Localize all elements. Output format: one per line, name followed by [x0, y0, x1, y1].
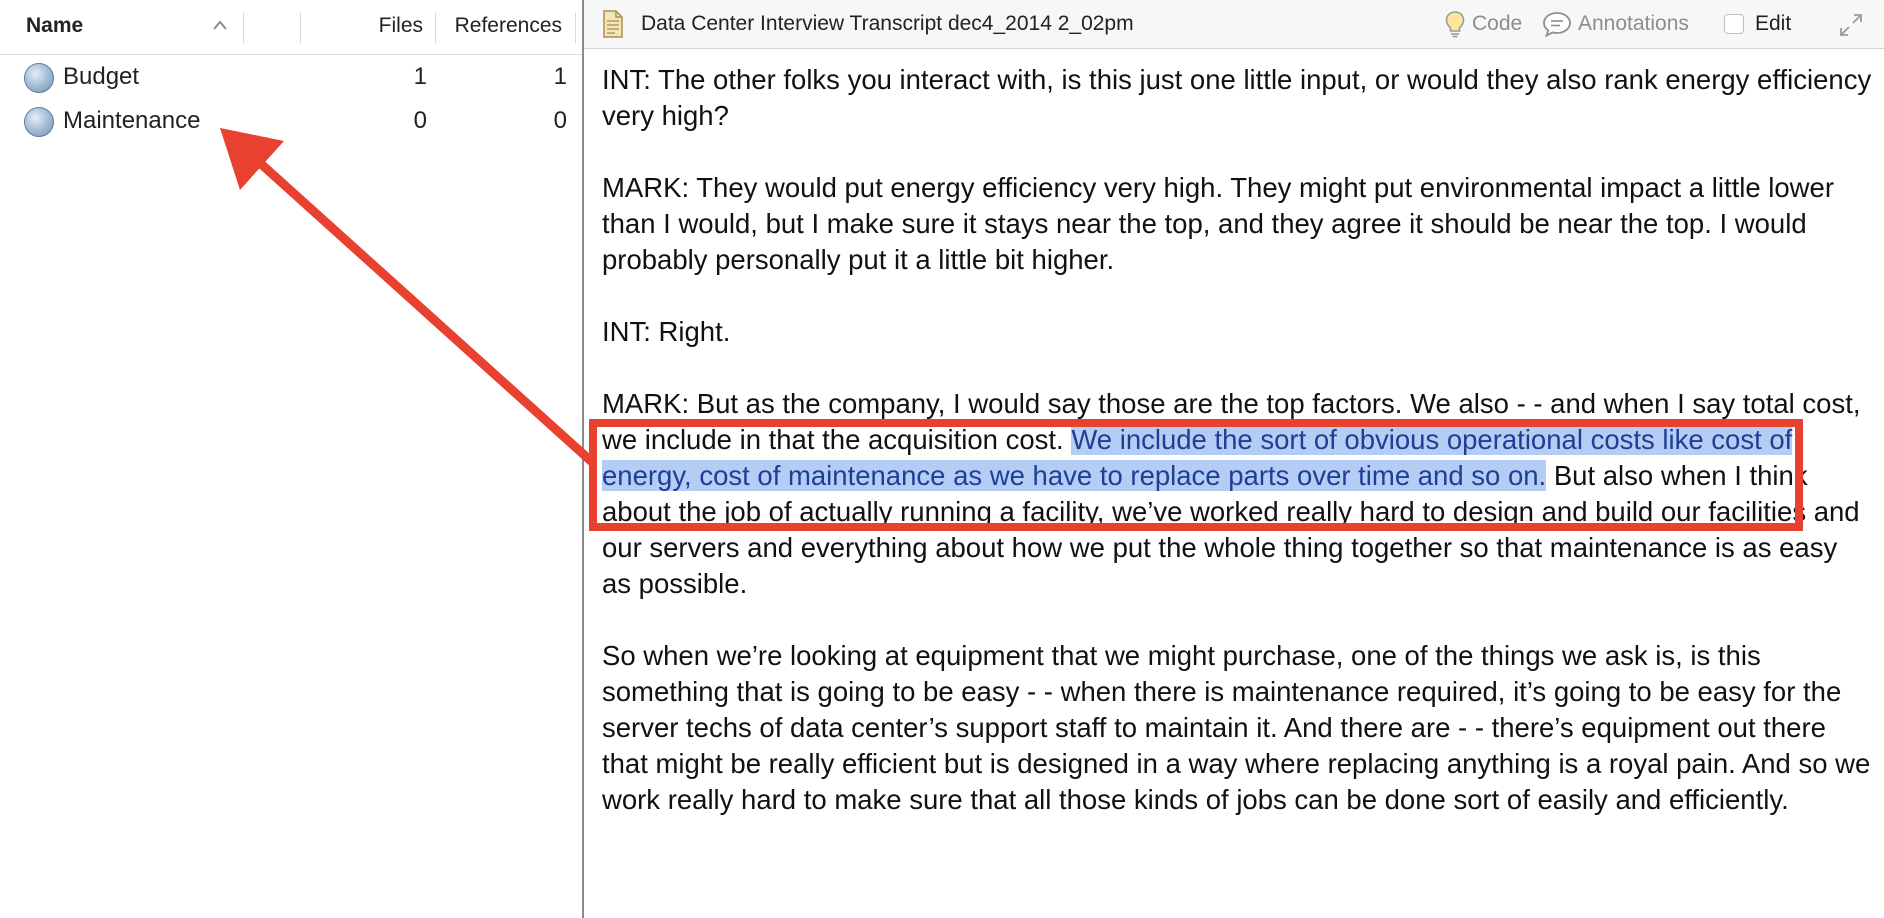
code-button-label: Code — [1472, 12, 1523, 35]
code-references-count: 1 — [553, 63, 567, 90]
node-bubble-icon — [24, 107, 54, 137]
document-text[interactable]: INT: The other folks you interact with, … — [602, 62, 1872, 854]
transcript-paragraph: INT: The other folks you interact with, … — [602, 64, 1872, 131]
sort-ascending-icon[interactable] — [212, 19, 228, 31]
annotations-button[interactable]: Annotations — [1542, 10, 1712, 38]
code-name: Budget — [63, 63, 140, 90]
document-title: Data Center Interview Transcript dec4_20… — [641, 12, 1134, 35]
lightbulb-icon — [1445, 11, 1465, 38]
column-separator — [575, 13, 576, 43]
column-separator — [435, 13, 436, 43]
app-window: Name Files References Budget 1 1 Mainten… — [0, 0, 1884, 918]
column-separator — [300, 13, 301, 43]
edit-label: Edit — [1755, 12, 1792, 35]
transcript-paragraph: INT: Right. — [602, 316, 731, 347]
code-references-count: 0 — [553, 107, 567, 134]
column-header-files[interactable]: Files — [379, 14, 423, 38]
transcript-paragraph-coded: MARK: But as the company, I would say th… — [602, 386, 1872, 602]
edit-toggle[interactable]: Edit — [1724, 10, 1804, 38]
code-row-maintenance[interactable]: Maintenance 0 0 — [0, 99, 582, 143]
document-icon — [603, 10, 623, 38]
code-files-count: 0 — [413, 107, 427, 134]
codes-list-header: Name Files References — [0, 0, 582, 55]
column-separator — [243, 13, 244, 43]
code-files-count: 1 — [413, 63, 427, 90]
expand-icon[interactable] — [1838, 12, 1864, 38]
document-toolbar: Data Center Interview Transcript dec4_20… — [584, 0, 1884, 49]
annotations-button-label: Annotations — [1578, 12, 1689, 35]
code-button[interactable]: Code — [1444, 10, 1536, 38]
codes-panel: Name Files References Budget 1 1 Mainten… — [0, 0, 582, 918]
document-panel: Data Center Interview Transcript dec4_20… — [584, 0, 1884, 918]
transcript-paragraph: MARK: They would put energy efficiency v… — [602, 172, 1834, 275]
code-row-budget[interactable]: Budget 1 1 — [0, 55, 582, 99]
edit-checkbox[interactable] — [1724, 14, 1744, 34]
node-bubble-icon — [24, 63, 54, 93]
code-name: Maintenance — [63, 107, 201, 134]
column-header-name[interactable]: Name — [26, 14, 83, 38]
column-header-references[interactable]: References — [455, 14, 562, 38]
transcript-paragraph: So when we’re looking at equipment that … — [602, 640, 1871, 815]
speech-bubble-icon — [1543, 12, 1571, 38]
